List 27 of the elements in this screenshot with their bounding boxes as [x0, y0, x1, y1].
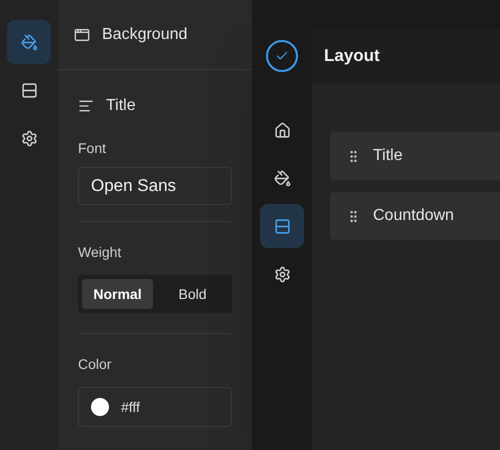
font-field[interactable]: Open Sans: [78, 167, 232, 205]
item-label: Title: [373, 146, 403, 166]
color-value: #fff: [121, 398, 140, 416]
rows-icon: [20, 82, 38, 98]
weight-option[interactable]: Bold: [157, 279, 228, 309]
logo-icon: [266, 40, 298, 72]
panel-title: Background: [102, 24, 188, 44]
layout-item[interactable]: Countdown: [330, 192, 500, 240]
rows-icon: [274, 218, 290, 234]
section-title: Title: [106, 96, 136, 116]
text-icon: [78, 98, 94, 114]
color-field[interactable]: #fff: [78, 387, 232, 427]
nav-button[interactable]: [260, 204, 304, 248]
home-icon: [274, 122, 290, 138]
field-label: Font: [78, 139, 106, 158]
nav-button[interactable]: [7, 20, 51, 64]
weight-option[interactable]: Normal: [82, 279, 153, 309]
paint-bucket-icon: [20, 34, 38, 50]
settings-icon: [20, 130, 38, 146]
field-label: Color: [78, 355, 112, 374]
layout-item[interactable]: Title: [330, 132, 500, 180]
field-label: Weight: [78, 243, 122, 262]
paint-bucket-icon: [274, 170, 290, 186]
window-icon: [74, 26, 90, 42]
item-label: Countdown: [373, 206, 454, 226]
page-title: Layout: [324, 45, 380, 68]
settings-icon: [274, 266, 290, 282]
